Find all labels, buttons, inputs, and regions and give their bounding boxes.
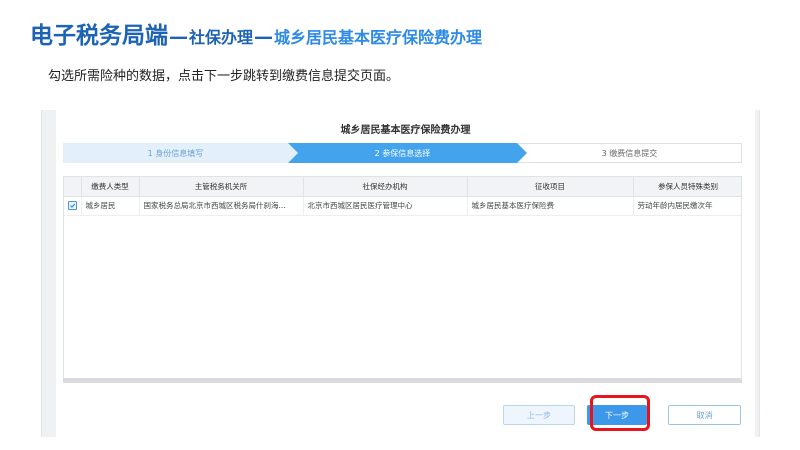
prev-step-button[interactable]: 上一步 — [503, 405, 575, 425]
step-insurance-selection: 2 参保信息选择 — [288, 143, 527, 163]
form-panel: 城乡居民基本医疗保险费办理 1 身份信息填写 2 参保信息选择 3 缴费信息提交… — [56, 110, 755, 437]
column-header: 缴费人类型 — [81, 177, 140, 197]
slide-title-section: 社保办理 — [189, 28, 254, 47]
insurance-table: 缴费人类型 主管税务机关所 社保经办机构 征收项目 参保人员特殊类别 城乡居民 … — [63, 176, 742, 383]
column-header: 社保经办机构 — [303, 177, 468, 197]
table-cell: 劳动年龄内居民缴次年 — [633, 196, 741, 216]
check-icon — [69, 203, 75, 208]
form-title: 城乡居民基本医疗保险费办理 — [340, 125, 471, 136]
slide-title-separator: — — [254, 26, 274, 48]
column-header: 主管税务机关所 — [139, 177, 304, 197]
step-label: 2 参保信息选择 — [374, 148, 431, 158]
slide-title: 电子税务局端 — 社保办理 — 城乡居民基本医疗保险费办理 — [30, 16, 482, 50]
step-payment-submit: 3 缴费信息提交 — [517, 143, 742, 163]
instruction-text: 勾选所需险种的数据，点击下一步跳转到缴费信息提交页面。 — [48, 69, 400, 84]
slide-title-separator: — — [169, 26, 188, 48]
cancel-button[interactable]: 取消 — [668, 405, 741, 425]
next-button-highlight-annotation — [590, 395, 650, 431]
table-cell: 国家税务总局北京市西城区税务局什刹海... — [139, 196, 304, 216]
step-identity-info: 1 身份信息填写 — [63, 143, 298, 163]
row-checkbox[interactable] — [67, 200, 77, 210]
step-label: 3 缴费信息提交 — [601, 148, 658, 158]
table-header-row: 缴费人类型 主管税务机关所 社保经办机构 征收项目 参保人员特殊类别 — [64, 177, 741, 197]
slide-title-topic: 城乡居民基本医疗保险费办理 — [274, 28, 483, 47]
screenshot-frame: 城乡居民基本医疗保险费办理 1 身份信息填写 2 参保信息选择 3 缴费信息提交… — [41, 110, 760, 437]
step-progress: 1 身份信息填写 2 参保信息选择 3 缴费信息提交 — [63, 143, 742, 163]
column-header: 参保人员特殊类别 — [633, 177, 741, 197]
table-row[interactable]: 城乡居民 国家税务总局北京市西城区税务局什刹海... 北京市西城区居民医疗管理中… — [64, 196, 741, 216]
table-cell: 北京市西城区居民医疗管理中心 — [303, 196, 468, 216]
slide-title-main: 电子税务局端 — [30, 23, 168, 49]
table-cell: 城乡居民基本医疗保险费 — [467, 196, 634, 216]
horizontal-scrollbar[interactable] — [63, 378, 742, 383]
table-cell: 城乡居民 — [81, 196, 140, 216]
column-header: 征收项目 — [467, 177, 634, 197]
row-select-cell[interactable] — [64, 196, 82, 216]
step-label: 1 身份信息填写 — [147, 148, 204, 158]
select-column-header — [64, 177, 82, 197]
